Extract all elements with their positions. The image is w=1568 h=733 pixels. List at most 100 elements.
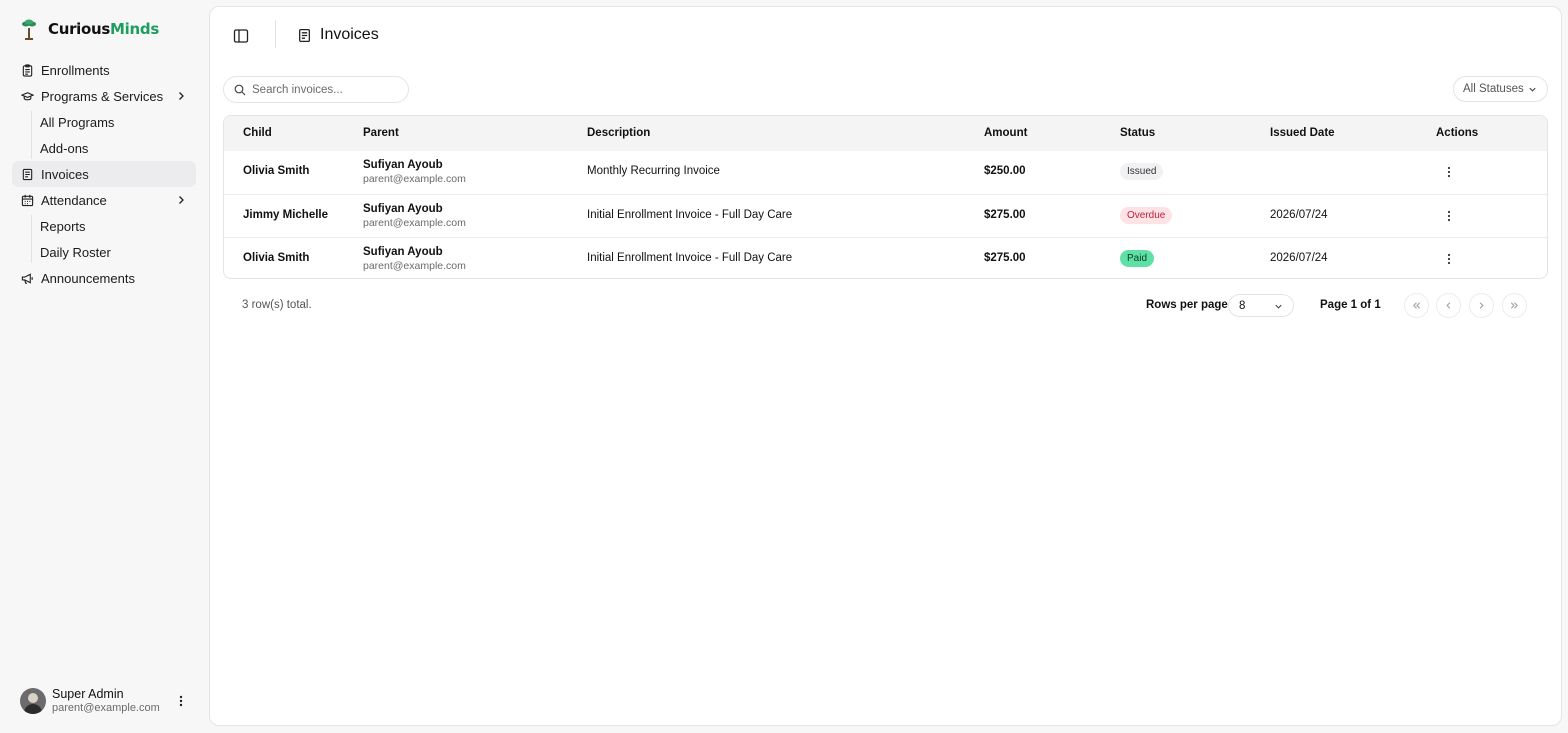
status-badge: Overdue: [1120, 207, 1173, 224]
more-vertical-icon[interactable]: [1442, 252, 1456, 266]
cell-status: Overdue: [1120, 207, 1173, 224]
table-body: Olivia Smith Sufiyan Ayoub parent@exampl…: [224, 151, 1547, 278]
sidebar-item-invoices[interactable]: Invoices: [12, 161, 196, 187]
sidebar-item-attendance[interactable]: Attendance: [12, 187, 196, 213]
next-page-button[interactable]: [1469, 293, 1494, 318]
rows-per-page-value: 8: [1239, 299, 1246, 312]
programs-submenu: All Programs Add-ons: [12, 109, 196, 161]
cell-child: Olivia Smith: [243, 165, 310, 177]
table-row[interactable]: Jimmy Michelle Sufiyan Ayoub parent@exam…: [224, 194, 1547, 237]
search-input[interactable]: [252, 83, 392, 96]
user-email: parent@example.com: [52, 702, 160, 714]
cell-amount: $275.00: [984, 209, 1026, 221]
status-filter-value: All Statuses: [1463, 83, 1524, 95]
status-badge: Paid: [1120, 250, 1155, 267]
more-vertical-icon[interactable]: [174, 694, 188, 708]
cell-child: Olivia Smith: [243, 252, 310, 264]
status-filter-select[interactable]: All Statuses: [1453, 76, 1548, 102]
column-header-actions: Actions: [1436, 127, 1479, 139]
column-header-child[interactable]: Child: [243, 127, 272, 139]
chevrons-left-icon: [1413, 302, 1421, 309]
sidebar-nav: Enrollments Programs & Services All Prog…: [12, 57, 196, 291]
app: CuriousMinds Enrollments Programs & Serv…: [0, 0, 1568, 733]
brand[interactable]: CuriousMinds: [20, 18, 159, 40]
column-header-parent[interactable]: Parent: [363, 127, 399, 139]
more-vertical-icon[interactable]: [1442, 165, 1456, 179]
divider: [275, 20, 276, 48]
more-vertical-icon[interactable]: [1442, 209, 1456, 223]
chevron-right-icon: [179, 92, 184, 100]
chevron-right-icon: [1479, 302, 1484, 309]
sidebar-item-label: Attendance: [41, 192, 107, 208]
table-row[interactable]: Olivia Smith Sufiyan Ayoub parent@exampl…: [224, 151, 1547, 194]
page-title: Invoices: [320, 26, 379, 43]
calendar-icon: [20, 193, 34, 207]
cell-parent: Sufiyan Ayoub parent@example.com: [363, 245, 466, 273]
column-header-amount[interactable]: Amount: [984, 127, 1027, 139]
chevron-right-icon: [179, 196, 184, 204]
chevron-down-icon: [1275, 304, 1282, 309]
cell-parent: Sufiyan Ayoub parent@example.com: [363, 158, 466, 186]
sidebar-item-label: Daily Roster: [40, 244, 111, 260]
sidebar-item-label: Enrollments: [41, 62, 110, 78]
cell-parent: Sufiyan Ayoub parent@example.com: [363, 202, 466, 230]
sidebar-item-announcements[interactable]: Announcements: [12, 265, 196, 291]
table-row[interactable]: Olivia Smith Sufiyan Ayoub parent@exampl…: [224, 237, 1547, 278]
sidebar-item-daily-roster[interactable]: Daily Roster: [12, 239, 196, 265]
cell-status: Issued: [1120, 163, 1164, 180]
avatar: [20, 688, 46, 714]
tree-logo-icon: [22, 19, 36, 40]
first-page-button[interactable]: [1404, 293, 1429, 318]
sidebar-item-reports[interactable]: Reports: [12, 213, 196, 239]
cell-issued-date: 2026/07/24: [1270, 252, 1328, 264]
previous-page-button[interactable]: [1436, 293, 1461, 318]
cell-child: Jimmy Michelle: [243, 209, 329, 221]
table-header: Child Parent Description Amount Status I…: [224, 116, 1547, 151]
cell-description: Initial Enrollment Invoice - Full Day Ca…: [587, 209, 793, 221]
parent-email: parent@example.com: [363, 173, 466, 185]
cell-status: Paid: [1120, 250, 1155, 267]
sidebar-item-enrollments[interactable]: Enrollments: [12, 57, 196, 83]
search-box[interactable]: [223, 76, 409, 103]
last-page-button[interactable]: [1502, 293, 1527, 318]
sidebar-toggle-icon[interactable]: [233, 28, 249, 44]
column-header-description[interactable]: Description: [587, 127, 650, 139]
sidebar-item-all-programs[interactable]: All Programs: [12, 109, 196, 135]
column-header-issued-date[interactable]: Issued Date: [1270, 127, 1335, 139]
sidebar-item-label: Invoices: [41, 166, 89, 182]
receipt-icon: [20, 167, 34, 181]
sidebar-item-label: Reports: [40, 218, 86, 234]
sidebar-item-label: Programs & Services: [41, 88, 164, 104]
parent-email: parent@example.com: [363, 217, 466, 229]
brand-name-part1: Curious: [48, 20, 111, 38]
brand-name: CuriousMinds: [48, 20, 159, 38]
status-badge: Issued: [1120, 163, 1164, 180]
cell-issued-date: 2026/07/24: [1270, 209, 1328, 221]
attendance-submenu: Reports Daily Roster: [12, 213, 196, 265]
search-icon: [234, 84, 246, 95]
cell-amount: $275.00: [984, 252, 1026, 264]
parent-name: Sufiyan Ayoub: [363, 246, 443, 258]
user-name: Super Admin: [52, 687, 124, 701]
sidebar-item-label: All Programs: [40, 114, 115, 130]
sidebar-item-programs-services[interactable]: Programs & Services: [12, 83, 196, 109]
row-count: 3 row(s) total.: [242, 299, 312, 311]
sidebar: CuriousMinds Enrollments Programs & Serv…: [0, 0, 209, 733]
column-header-status[interactable]: Status: [1120, 127, 1155, 139]
rows-per-page-select[interactable]: 8: [1228, 294, 1294, 317]
brand-name-part2: Minds: [110, 20, 159, 38]
rows-per-page-label: Rows per page: [1146, 299, 1228, 311]
chevron-left-icon: [1446, 302, 1451, 309]
chevrons-right-icon: [1510, 302, 1518, 309]
clipboard-icon: [20, 63, 34, 77]
top-bar: Invoices: [210, 7, 1561, 64]
parent-name: Sufiyan Ayoub: [363, 159, 443, 171]
invoices-table: Child Parent Description Amount Status I…: [223, 115, 1548, 279]
page-heading: Invoices: [297, 26, 379, 44]
main-panel: Invoices All Statuses Child Parent Descr…: [209, 6, 1562, 726]
user-profile[interactable]: Super Admin parent@example.com: [20, 686, 192, 716]
sidebar-item-add-ons[interactable]: Add-ons: [12, 135, 196, 161]
receipt-icon: [299, 28, 310, 42]
graduation-cap-icon: [20, 89, 34, 103]
cell-amount: $250.00: [984, 165, 1026, 177]
